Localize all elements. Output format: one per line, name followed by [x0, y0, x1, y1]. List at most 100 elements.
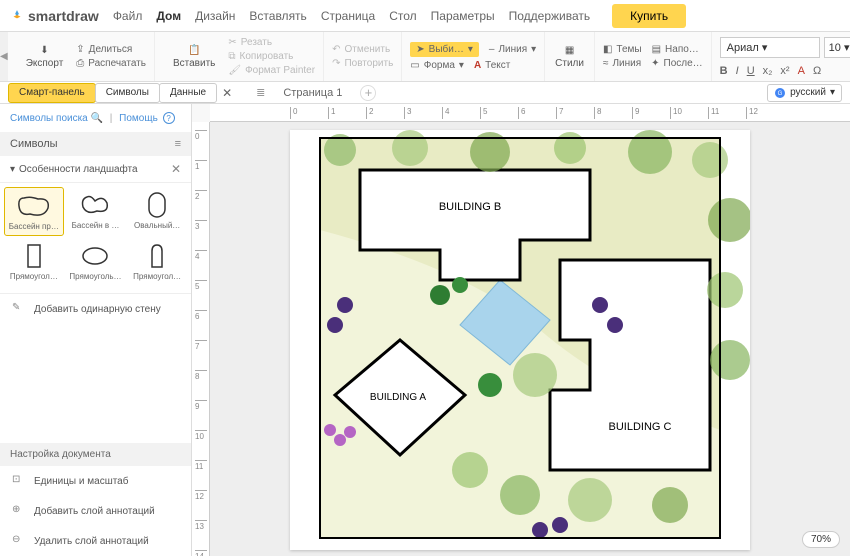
symbol-rect-3[interactable]: Прямоугол…	[127, 238, 187, 285]
symbol-button[interactable]: Ω	[813, 65, 821, 77]
layout-button[interactable]: ▤Напо…	[652, 44, 699, 55]
main-area: Символы поиска 🔍 | Помощь ? Символы ≡ ▾ …	[0, 104, 850, 556]
buy-button[interactable]: Купить	[612, 4, 686, 28]
undo-icon: ↶	[332, 44, 340, 55]
close-panel-button[interactable]: ✕	[216, 83, 238, 103]
menu-support[interactable]: Поддерживать	[509, 9, 591, 23]
menu-bar: smartdraw Файл Дом Дизайн Вставлять Стра…	[0, 0, 850, 32]
copy-button[interactable]: ⧉Копировать	[228, 51, 315, 62]
tab-strip: Смарт-панель Символы Данные ✕ ≣ Страница…	[0, 82, 850, 104]
symbol-pool-kidney[interactable]: Бассейн в …	[66, 187, 126, 236]
hamburger-icon[interactable]: ≡	[175, 138, 181, 150]
ruler-icon: ⊡	[12, 474, 26, 488]
symbol-grid: Бассейн пр… Бассейн в … Овальный… Прямоу…	[0, 183, 191, 289]
superscript-button[interactable]: x²	[780, 65, 789, 77]
sidebar-links: Символы поиска 🔍 | Помощь ?	[0, 104, 191, 132]
sidebar: Символы поиска 🔍 | Помощь ? Символы ≡ ▾ …	[0, 104, 192, 556]
add-page-button[interactable]: +	[360, 85, 376, 101]
font-family-select[interactable]: Ариал ▾	[720, 37, 820, 58]
page-tab-1[interactable]: Страница 1	[273, 85, 352, 101]
font-color-button[interactable]: A	[798, 65, 805, 77]
shape-icon: ▭	[410, 60, 419, 71]
ribbon-group-tools: ➤Выби… ▾ ‒Линия ▾ ▭Форма ▾ AТекст	[402, 32, 545, 81]
line-style-button[interactable]: ≈Линия	[603, 58, 641, 69]
svg-text:G: G	[778, 91, 783, 97]
landscape-plan: BUILDING B BUILDING A BUILDING C	[290, 130, 750, 550]
add-wall-button[interactable]: ✎ Добавить одинарную стену	[0, 293, 191, 324]
tab-smart-panel[interactable]: Смарт-панель	[8, 83, 96, 103]
format-painter-button[interactable]: 🖌Формат Painter	[228, 65, 315, 76]
effects-button[interactable]: ✦После…	[651, 58, 703, 69]
drawing-page[interactable]: BUILDING B BUILDING A BUILDING C	[290, 130, 750, 550]
list-view-icon[interactable]: ≣	[256, 86, 265, 99]
menu-design[interactable]: Дизайн	[195, 9, 235, 23]
add-annotation-layer-button[interactable]: ⊕ Добавить слой аннотаций	[0, 496, 191, 526]
ruler-horizontal: 0 1 2 3 4 5 6 7 8 9 10 11 12	[210, 104, 850, 122]
symbol-pool-freeform[interactable]: Бассейн пр…	[4, 187, 64, 236]
canvas[interactable]: BUILDING B BUILDING A BUILDING C	[210, 122, 850, 556]
paste-button[interactable]: 📋 Вставить	[163, 45, 225, 69]
menu-file[interactable]: Файл	[113, 9, 143, 23]
redo-button[interactable]: ↷Повторить	[332, 58, 393, 69]
undo-button[interactable]: ↶Отменить	[332, 44, 393, 55]
share-button[interactable]: ⇪Делиться	[76, 44, 146, 55]
help-link[interactable]: Помощь	[119, 113, 158, 124]
delete-annotation-layer-button[interactable]: ⊖ Удалить слой аннотаций	[0, 526, 191, 556]
building-a-label: BUILDING A	[370, 392, 426, 403]
subscript-button[interactable]: x₂	[763, 65, 773, 77]
shape-tool[interactable]: ▭Форма ▾	[410, 60, 464, 71]
paste-icon: 📋	[188, 45, 200, 56]
export-button[interactable]: ⬇ Экспорт	[16, 45, 74, 69]
bold-button[interactable]: B	[720, 65, 728, 77]
underline-button[interactable]: U	[747, 65, 755, 77]
chevron-down-icon: ▾	[10, 164, 15, 175]
menu-table[interactable]: Стол	[389, 9, 416, 23]
ribbon-prev[interactable]: ◀	[0, 32, 8, 81]
italic-button[interactable]: I	[736, 65, 739, 77]
line-icon: ‒	[489, 44, 495, 55]
text-icon: A	[474, 60, 481, 71]
units-scale-button[interactable]: ⊡ Единицы и масштаб	[0, 466, 191, 496]
layout-icon: ▤	[652, 44, 661, 55]
symbol-rect-1[interactable]: Прямоугол…	[4, 238, 64, 285]
menu-options[interactable]: Параметры	[431, 9, 495, 23]
print-button[interactable]: ⎙Распечатать	[76, 58, 146, 69]
cursor-icon: ➤	[416, 44, 424, 55]
menu-home[interactable]: Дом	[156, 9, 181, 23]
close-category-icon[interactable]: ✕	[171, 162, 181, 176]
symbols-header: Символы ≡	[0, 132, 191, 156]
logo: smartdraw	[10, 8, 99, 24]
download-icon: ⬇	[40, 45, 48, 56]
building-b-label: BUILDING B	[439, 201, 501, 213]
smart-panel-tabs: Смарт-панель Символы Данные ✕	[8, 83, 238, 103]
help-icon[interactable]: ?	[163, 112, 175, 124]
themes-button[interactable]: ◧Темы	[603, 44, 642, 55]
styles-icon: ▦	[565, 45, 574, 56]
ribbon-group-export: ⬇ Экспорт ⇪Делиться ⎙Распечатать	[8, 32, 155, 81]
google-icon: G	[774, 87, 786, 99]
palette-icon: ◧	[603, 44, 612, 55]
symbol-pool-oval[interactable]: Овальный…	[127, 187, 187, 236]
line-tool[interactable]: ‒Линия ▾	[489, 42, 536, 57]
doc-settings-header: Настройка документа	[0, 443, 191, 466]
symbol-rect-2[interactable]: Прямоуголь…	[66, 238, 126, 285]
building-c-label: BUILDING C	[609, 421, 672, 433]
search-symbols-link[interactable]: Символы поиска 🔍	[10, 113, 103, 124]
add-layer-icon: ⊕	[12, 504, 26, 518]
language-select[interactable]: G русский ▾	[767, 84, 842, 102]
text-tool[interactable]: AТекст	[474, 60, 510, 71]
cut-button[interactable]: ✂Резать	[228, 37, 315, 48]
star-icon: ✦	[651, 58, 659, 69]
menu-insert[interactable]: Вставлять	[249, 9, 306, 23]
select-tool[interactable]: ➤Выби… ▾	[410, 42, 479, 57]
tab-symbols[interactable]: Символы	[95, 83, 160, 103]
line-style-icon: ≈	[603, 58, 609, 69]
zoom-level[interactable]: 70%	[802, 531, 840, 548]
brush-icon: 🖌	[228, 65, 241, 76]
category-row[interactable]: ▾ Особенности ландшафта ✕	[0, 156, 191, 183]
font-size-select[interactable]: 10 ▾	[824, 37, 850, 58]
styles-button[interactable]: ▦ Стили	[545, 32, 595, 81]
logo-icon	[10, 9, 24, 23]
tab-data[interactable]: Данные	[159, 83, 217, 103]
menu-page[interactable]: Страница	[321, 9, 375, 23]
